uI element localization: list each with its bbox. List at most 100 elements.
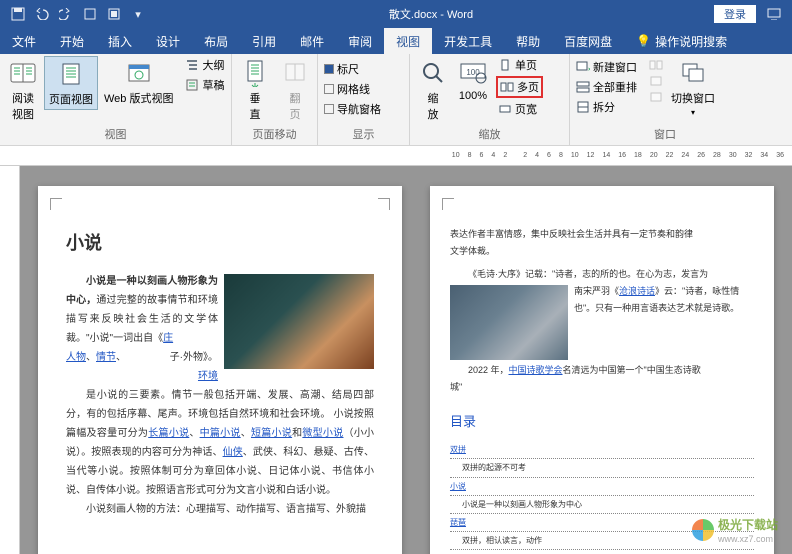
checkbox-icon <box>324 84 334 94</box>
qat-dropdown-icon[interactable]: ▾ <box>128 4 148 24</box>
ruler-checkbox[interactable]: 标尺 <box>322 60 383 78</box>
link-canglang[interactable]: 沧浪诗话 <box>619 286 655 296</box>
single-page-button[interactable]: 单页 <box>496 56 543 74</box>
zoom-icon <box>418 58 448 88</box>
read-view-label: 阅读 视图 <box>12 90 34 122</box>
watermark: 极光下载站 www.xz7.com <box>692 516 778 544</box>
multi-page-button[interactable]: 多页 <box>498 78 541 96</box>
ribbon-options-icon[interactable] <box>764 4 784 24</box>
checkbox-icon <box>324 104 334 114</box>
nav-label: 导航窗格 <box>337 101 381 117</box>
draft-view-button[interactable]: 草稿 <box>183 76 226 94</box>
reset-window-button <box>647 90 665 104</box>
page-width-label: 页宽 <box>515 101 537 117</box>
vertical-button[interactable]: 垂 直 <box>236 56 274 124</box>
tab-design[interactable]: 设计 <box>144 28 192 54</box>
flip-label: 翻 页 <box>290 90 301 122</box>
link-huanjing[interactable]: 环境 <box>178 367 218 386</box>
flip-button: 翻 页 <box>276 56 314 124</box>
new-window-label: 新建窗口 <box>593 59 637 75</box>
flip-icon <box>280 58 310 88</box>
multi-page-icon <box>500 81 514 93</box>
grid-checkbox[interactable]: 网格线 <box>322 80 383 98</box>
sync-scroll-button <box>647 74 665 88</box>
paragraph: 小说是一种以刻画人物形象为中心，通过完整的故事情节和环境描写来反映社会生活的文学… <box>66 272 374 367</box>
paragraph: 是小说的三要素。情节一般包括开端、发展、高潮、结局四部分，有的包括序幕、尾声。环… <box>66 386 374 500</box>
login-button[interactable]: 登录 <box>714 5 756 23</box>
link-changpian[interactable]: 长篇小说 <box>148 428 189 439</box>
new-window-icon: ✶ <box>576 61 590 73</box>
link-zhongpian[interactable]: 中篇小说 <box>200 428 241 439</box>
multi-page-label: 多页 <box>517 79 539 95</box>
tab-insert[interactable]: 插入 <box>96 28 144 54</box>
inline-image-2[interactable] <box>450 285 568 360</box>
link-xianxia[interactable]: 仙侠 <box>223 447 243 458</box>
qat4-icon[interactable] <box>80 4 100 24</box>
split-icon <box>576 101 590 113</box>
outline-view-button[interactable]: 大纲 <box>183 56 226 74</box>
watermark-logo-icon <box>692 519 714 541</box>
paragraph: 城" <box>450 379 754 396</box>
undo-icon[interactable] <box>32 4 52 24</box>
page-view-button[interactable]: 页面视图 <box>44 56 98 110</box>
arrange-all-button[interactable]: 全部重排 <box>574 78 639 96</box>
link-weixing[interactable]: 微型小说 <box>302 428 343 439</box>
qat5-icon[interactable] <box>104 4 124 24</box>
tab-tell-me[interactable]: 💡 操作说明搜索 <box>624 28 739 54</box>
read-view-button[interactable]: 阅读 视图 <box>4 56 42 124</box>
tab-review[interactable]: 审阅 <box>336 28 384 54</box>
switch-window-button[interactable]: 切换窗口 ▾ <box>667 56 719 119</box>
redo-icon[interactable] <box>56 4 76 24</box>
link-renwu[interactable]: 人物 <box>66 352 86 363</box>
link-duanpian[interactable]: 短篇小说 <box>251 428 292 439</box>
tab-mail[interactable]: 邮件 <box>288 28 336 54</box>
document-page-2[interactable]: 表达作者丰富情感，集中反映社会生活并具有一定节奏和韵律 文学体裁。 《毛诗·大序… <box>430 186 774 554</box>
horizontal-ruler[interactable]: 10864224681012141618202224262830323436 <box>0 146 792 166</box>
nav-checkbox[interactable]: 导航窗格 <box>322 100 383 118</box>
chevron-down-icon: ▾ <box>691 108 695 117</box>
svg-text:✶: ✶ <box>587 65 590 73</box>
document-page-1[interactable]: 小说 小说是一种以刻画人物形象为中心，通过完整的故事情节和环境描写来反映社会生活… <box>38 186 402 554</box>
paragraph: 文学体裁。 <box>450 243 754 260</box>
switch-window-label: 切换窗口 <box>671 90 715 106</box>
link-zhuang[interactable]: 庄 <box>163 333 173 344</box>
link-qingjie[interactable]: 情节 <box>96 352 116 363</box>
save-icon[interactable] <box>8 4 28 24</box>
tab-baidu[interactable]: 百度网盘 <box>552 28 624 54</box>
split-label: 拆分 <box>593 99 615 115</box>
outline-icon <box>185 58 199 72</box>
hundred-button[interactable]: 100 100% <box>454 56 492 104</box>
web-view-label: Web 版式视图 <box>104 90 173 106</box>
tab-home[interactable]: 开始 <box>48 28 96 54</box>
vertical-ruler[interactable] <box>0 166 20 554</box>
single-page-label: 单页 <box>515 57 537 73</box>
grid-label: 网格线 <box>337 81 370 97</box>
split-button[interactable]: 拆分 <box>574 98 639 116</box>
checkbox-checked-icon <box>324 64 334 74</box>
toc-item[interactable]: 双拼 <box>450 441 754 459</box>
paragraph: 《毛诗·大序》记载："诗者，志的所的也。在心为志，发言为 <box>450 266 754 283</box>
switch-window-icon <box>678 58 708 88</box>
watermark-url: www.xz7.com <box>718 534 778 544</box>
new-window-button[interactable]: ✶新建窗口 <box>574 58 639 76</box>
zoom-button[interactable]: 缩 放 <box>414 56 452 124</box>
page-width-button[interactable]: 页宽 <box>496 100 543 118</box>
ruler-label: 标尺 <box>337 61 359 77</box>
tab-view[interactable]: 视图 <box>384 28 432 54</box>
paragraph: 表达作者丰富情感，集中反映社会生活并具有一定节奏和韵律 <box>450 226 754 243</box>
single-page-icon <box>498 59 512 71</box>
web-view-button[interactable]: Web 版式视图 <box>100 56 177 108</box>
vertical-icon <box>240 58 270 88</box>
arrange-label: 全部重排 <box>593 79 637 95</box>
link-shige[interactable]: 中国诗歌学会 <box>509 365 563 375</box>
tab-help[interactable]: 帮助 <box>504 28 552 54</box>
tab-dev[interactable]: 开发工具 <box>432 28 504 54</box>
paragraph: 2022 年，中国诗歌学会名清远为中国第一个"中国生态诗歌 <box>450 362 754 379</box>
vertical-label: 垂 直 <box>250 90 261 122</box>
toc-item[interactable]: 小说 <box>450 478 754 496</box>
inline-image-1[interactable] <box>224 274 374 369</box>
window-group-label: 窗口 <box>574 125 756 143</box>
tab-layout[interactable]: 布局 <box>192 28 240 54</box>
tab-file[interactable]: 文件 <box>0 28 48 54</box>
tab-reference[interactable]: 引用 <box>240 28 288 54</box>
